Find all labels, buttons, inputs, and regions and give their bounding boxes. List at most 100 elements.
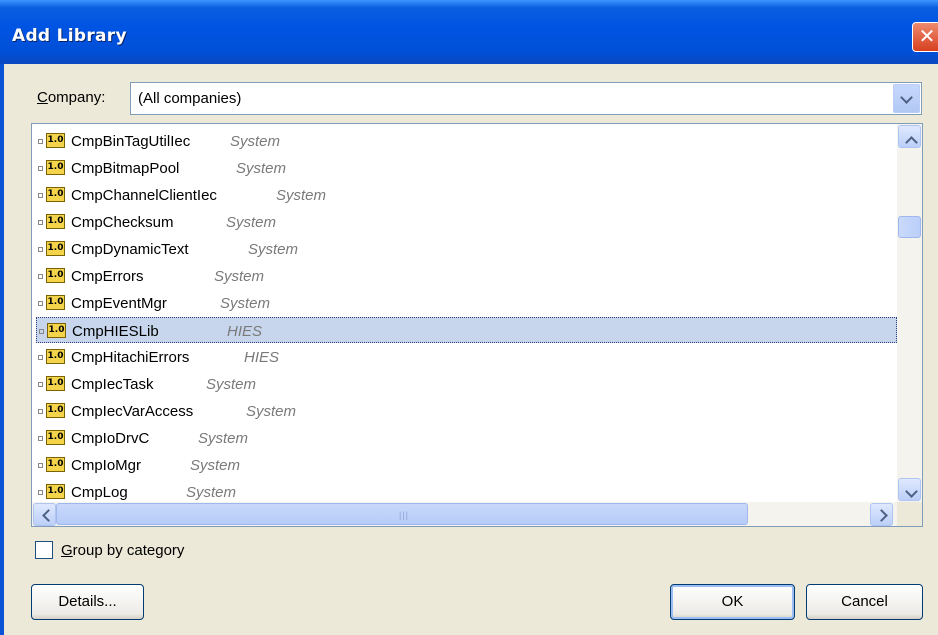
library-version-icon: 1.0 [46, 133, 65, 148]
library-row[interactable]: 1.0 CmpDynamicText System [36, 236, 897, 262]
library-row[interactable]: 1.0 CmpIecVarAccess System [36, 398, 897, 424]
company-select-value: (All companies) [138, 90, 242, 107]
library-row[interactable]: 1.0 CmpIoDrvC System [36, 425, 897, 451]
library-version-icon: 1.0 [46, 457, 65, 472]
expand-icon[interactable] [38, 274, 43, 279]
library-row[interactable]: 1.0 CmpBitmapPool System [36, 155, 897, 181]
window-title: Add Library [12, 26, 127, 46]
library-company: System [206, 376, 257, 393]
vertical-scrollbar[interactable] [897, 124, 922, 502]
horizontal-scrollbar[interactable]: ||| [32, 502, 897, 526]
expand-icon[interactable] [39, 329, 44, 334]
library-company: System [214, 268, 265, 285]
chevron-down-icon [905, 485, 918, 498]
library-name: CmpIoMgr [71, 457, 142, 474]
library-version-icon: 1.0 [46, 403, 65, 418]
library-name: CmpIecTask [71, 376, 154, 393]
library-version-icon: 1.0 [46, 241, 65, 256]
library-name: CmpIoDrvC [71, 430, 150, 447]
library-name: CmpIecVarAccess [71, 403, 194, 420]
expand-icon[interactable] [38, 220, 43, 225]
library-company: System [248, 241, 299, 258]
ok-button[interactable]: OK [670, 584, 795, 620]
group-by-category-label[interactable]: Group by category [61, 542, 184, 559]
horizontal-scroll-thumb[interactable]: ||| [56, 503, 748, 525]
library-name: CmpChannelClientIec [71, 187, 217, 204]
library-row[interactable]: 1.0 CmpIecTask System [36, 371, 897, 397]
library-name: CmpBinTagUtilIec [71, 133, 191, 150]
scroll-right-button[interactable] [870, 503, 893, 526]
library-name: CmpHIESLib [72, 323, 159, 340]
expand-icon[interactable] [38, 139, 43, 144]
library-company: System [190, 457, 241, 474]
window-frame [0, 64, 4, 635]
company-hotkey: C [37, 89, 48, 106]
library-company: HIES [227, 323, 263, 340]
company-label-rest: ompany: [47, 89, 106, 106]
library-name: CmpErrors [71, 268, 144, 285]
expand-icon[interactable] [38, 436, 43, 441]
library-row[interactable]: 1.0 CmpHitachiErrors HIES [36, 344, 897, 370]
library-name: CmpDynamicText [71, 241, 189, 258]
library-company: System [226, 214, 277, 231]
chevron-up-icon [905, 136, 918, 149]
library-version-icon: 1.0 [47, 323, 66, 338]
library-row[interactable]: 1.0 CmpErrors System [36, 263, 897, 289]
library-version-icon: 1.0 [46, 376, 65, 391]
library-version-icon: 1.0 [46, 484, 65, 499]
details-button[interactable]: Details... [31, 584, 144, 620]
library-name: CmpBitmapPool [71, 160, 180, 177]
chevron-down-icon [900, 91, 913, 104]
library-company: System [220, 295, 271, 312]
chevron-left-icon [42, 509, 55, 522]
expand-icon[interactable] [38, 490, 43, 495]
library-row[interactable]: 1.0 CmpChannelClientIec System [36, 182, 897, 208]
library-company: System [230, 133, 281, 150]
grip-icon: ||| [399, 510, 410, 520]
library-row[interactable]: 1.0 CmpHIESLib HIES [36, 317, 897, 343]
group-label-rest: roup by category [72, 542, 185, 559]
company-label: Company: [37, 89, 105, 106]
library-company: HIES [244, 349, 280, 366]
library-version-icon: 1.0 [46, 349, 65, 364]
library-name: CmpEventMgr [71, 295, 167, 312]
cancel-button[interactable]: Cancel [806, 584, 923, 620]
expand-icon[interactable] [38, 382, 43, 387]
library-version-icon: 1.0 [46, 214, 65, 229]
expand-icon[interactable] [38, 166, 43, 171]
company-dropdown-button[interactable] [893, 84, 920, 113]
vertical-scroll-thumb[interactable] [898, 216, 921, 238]
library-version-icon: 1.0 [46, 430, 65, 445]
scroll-down-button[interactable] [898, 478, 921, 501]
library-row[interactable]: 1.0 CmpIoMgr System [36, 452, 897, 478]
library-row[interactable]: 1.0 CmpChecksum System [36, 209, 897, 235]
company-select[interactable]: (All companies) [130, 82, 922, 115]
close-icon[interactable]: ✕ [912, 22, 938, 52]
expand-icon[interactable] [38, 247, 43, 252]
library-company: System [236, 160, 287, 177]
library-version-icon: 1.0 [46, 295, 65, 310]
library-name: CmpChecksum [71, 214, 174, 231]
expand-icon[interactable] [38, 193, 43, 198]
expand-icon[interactable] [38, 301, 43, 306]
library-list[interactable]: 1.0 CmpBinTagUtilIec System 1.0 CmpBitmapPoo… [31, 123, 923, 527]
expand-icon[interactable] [38, 409, 43, 414]
library-version-icon: 1.0 [46, 187, 65, 202]
library-company: System [198, 430, 249, 447]
library-company: System [246, 403, 297, 420]
group-by-category-checkbox[interactable] [35, 541, 53, 559]
scroll-corner [897, 502, 922, 526]
group-hotkey: G [61, 542, 73, 559]
library-row[interactable]: 1.0 CmpEventMgr System [36, 290, 897, 316]
title-bar: Add Library ✕ [0, 0, 938, 64]
expand-icon[interactable] [38, 355, 43, 360]
chevron-right-icon [875, 509, 888, 522]
library-version-icon: 1.0 [46, 160, 65, 175]
expand-icon[interactable] [38, 463, 43, 468]
library-company: System [186, 484, 237, 501]
scroll-left-button[interactable] [33, 503, 56, 526]
library-version-icon: 1.0 [46, 268, 65, 283]
library-row[interactable]: 1.0 CmpBinTagUtilIec System [36, 128, 897, 154]
library-company: System [276, 187, 327, 204]
scroll-up-button[interactable] [898, 125, 921, 149]
